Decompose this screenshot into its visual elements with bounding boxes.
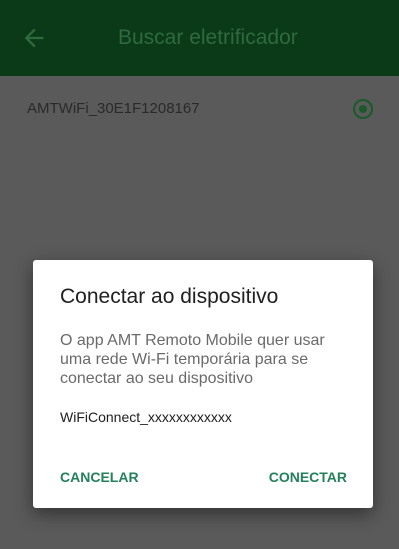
list-item[interactable]: AMTWiFi_30E1F1208167 <box>0 76 399 146</box>
page-title: Buscar eletrificador <box>118 26 298 49</box>
connect-button[interactable]: CONECTAR <box>269 469 347 485</box>
network-name: AMTWiFi_30E1F1208167 <box>27 100 200 117</box>
app-bar: Buscar eletrificador <box>0 0 399 76</box>
dialog-ssid: WiFiConnect_xxxxxxxxxxxx <box>60 409 232 425</box>
radio-button[interactable] <box>353 99 373 119</box>
arrow-left-icon[interactable] <box>20 24 48 52</box>
cancel-button[interactable]: CANCELAR <box>60 469 139 485</box>
dialog-message: O app AMT Remoto Mobile quer usar uma re… <box>60 332 325 387</box>
radio-selected-dot <box>359 105 367 113</box>
screen: Buscar eletrificador AMTWiFi_30E1F120816… <box>0 0 399 549</box>
dialog-title: Conectar ao dispositivo <box>60 285 279 308</box>
connect-dialog: Conectar ao dispositivo O app AMT Remoto… <box>33 260 373 508</box>
